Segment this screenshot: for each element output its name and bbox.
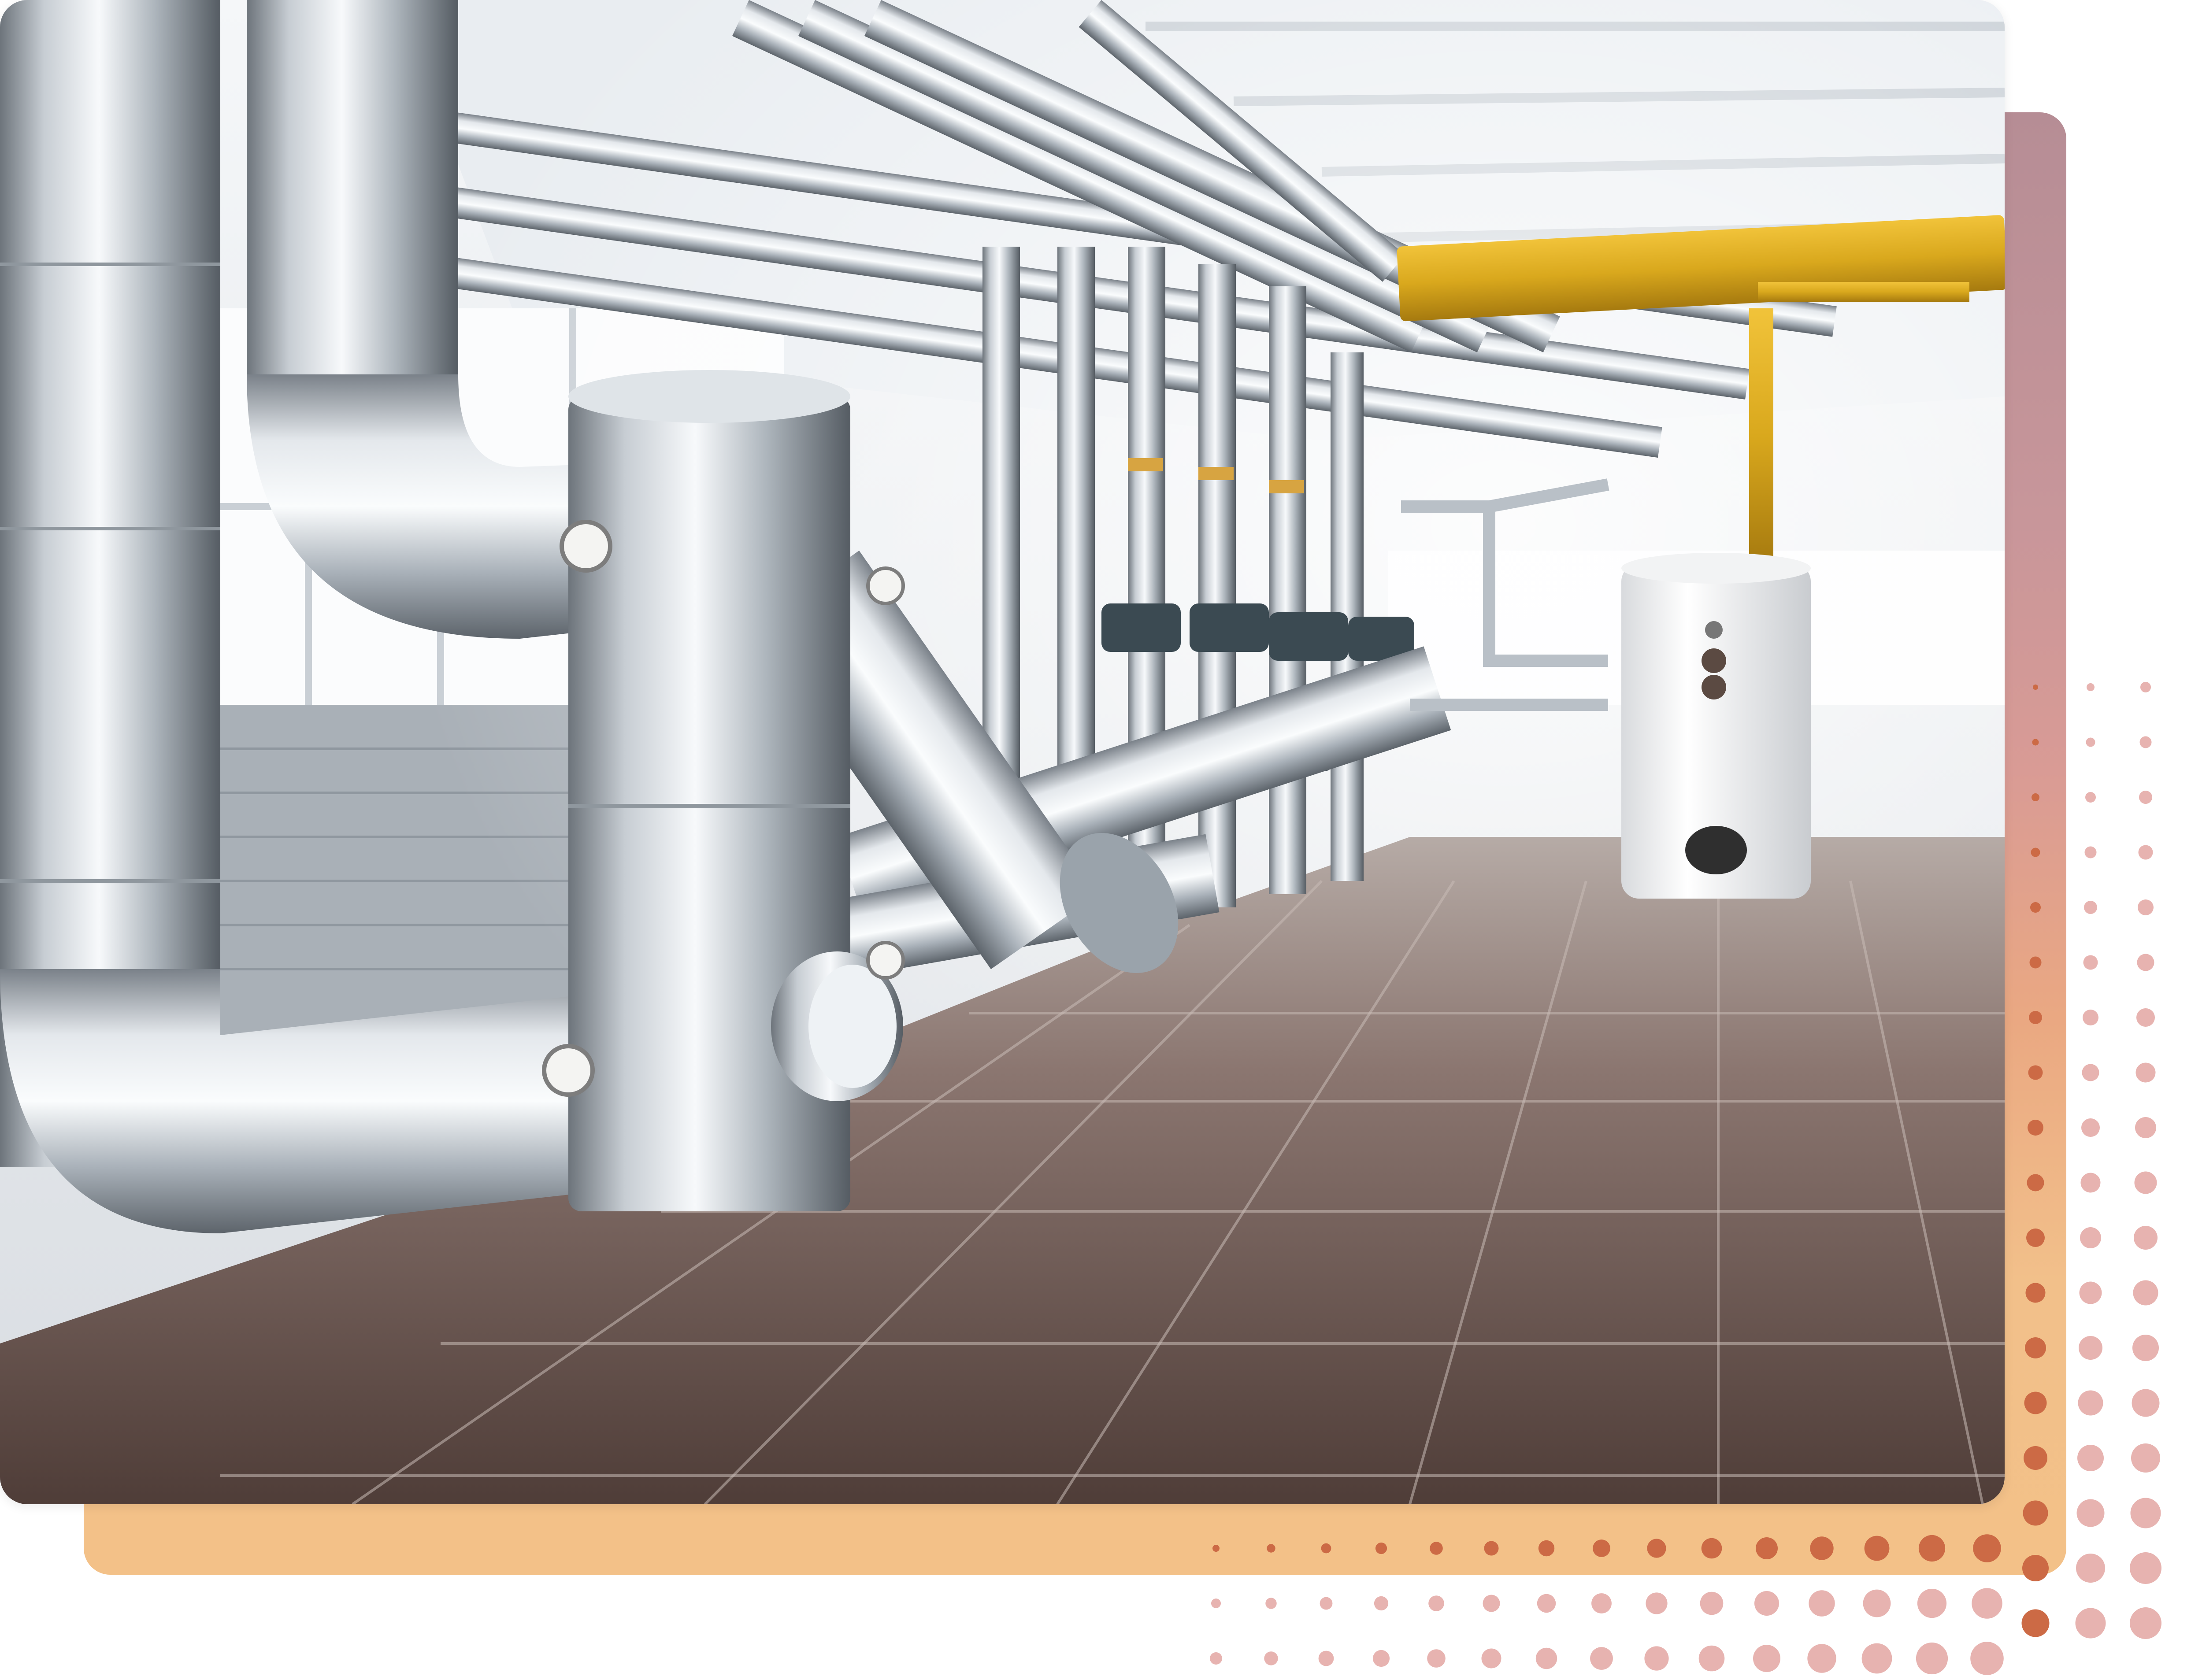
halftone-dot (1644, 1646, 1669, 1671)
halftone-dot (2135, 1062, 2156, 1083)
halftone-dot (2134, 1226, 2158, 1250)
halftone-dot (1372, 1650, 1390, 1667)
halftone-dot (2080, 1173, 2101, 1193)
halftone-dot (2084, 846, 2097, 859)
boiler-room-photo (0, 0, 2005, 1504)
halftone-dot (1807, 1644, 1836, 1673)
halftone-dot (1535, 1647, 1557, 1669)
halftone-dot (1916, 1642, 1948, 1675)
halftone-dot (2136, 1008, 2155, 1027)
halftone-dot (1700, 1591, 1724, 1615)
halftone-dot (1754, 1591, 1779, 1616)
halftone-dot (2138, 899, 2154, 915)
halftone-dot (2083, 1010, 2098, 1025)
halftone-dot (1264, 1651, 1278, 1665)
halftone-dot (1318, 1650, 1334, 1666)
halftone-dot (2138, 845, 2153, 860)
halftone-dot (2079, 1336, 2102, 1360)
halftone-dot (1483, 1595, 1500, 1612)
halftone-dot (1590, 1647, 1613, 1670)
halftone-dot (2087, 683, 2095, 691)
halftone-dot (2076, 1554, 2105, 1583)
halftone-dot (1537, 1594, 1556, 1613)
halftone-dot (1374, 1596, 1389, 1611)
halftone-dot (1809, 1590, 1835, 1617)
halftone-dot (2135, 1117, 2156, 1138)
halftone-dot (2140, 682, 2151, 692)
halftone-dot (2085, 792, 2096, 803)
halftone-dot (2130, 1498, 2161, 1528)
halftone-dot (2086, 737, 2095, 747)
halftone-dot (2079, 1281, 2102, 1304)
halftone-dot (2077, 1445, 2104, 1471)
halftone-dot (2076, 1499, 2105, 1527)
halftone-dot (1591, 1593, 1612, 1613)
halftone-dot (2133, 1280, 2158, 1306)
halftone-dot (2021, 1609, 2050, 1637)
halftone-dot (2130, 1552, 2161, 1584)
halftone-dot (1972, 1588, 2002, 1619)
halftone-dot (1753, 1645, 1780, 1672)
halftone-dot (1265, 1598, 1277, 1609)
halftone-dot (2083, 955, 2098, 970)
halftone-dot (2134, 1171, 2157, 1194)
halftone-dot (2139, 736, 2152, 748)
halftone-dot (1861, 1643, 1892, 1674)
halftone-dot (1917, 1588, 1947, 1618)
halftone-dot (2080, 1227, 2101, 1248)
halftone-dot (2132, 1335, 2159, 1361)
halftone-dot (2139, 791, 2152, 804)
halftone-dot (2137, 954, 2154, 971)
halftone-dot (1646, 1592, 1668, 1614)
halftone-dot (1863, 1589, 1891, 1617)
halftone-dot (1698, 1645, 1725, 1672)
halftone-dot (1481, 1648, 1501, 1669)
halftone-dot (2081, 1118, 2100, 1137)
halftone-dot (1210, 1652, 1222, 1665)
halftone-dot (2131, 1443, 2160, 1473)
halftone-dot (2132, 1389, 2160, 1417)
halftone-dot (1970, 1642, 2004, 1675)
halftone-dot (2084, 901, 2097, 914)
halftone-dot (1320, 1597, 1333, 1610)
halftone-dot (1427, 1649, 1446, 1668)
halftone-dot (2075, 1608, 2106, 1639)
halftone-dot (1428, 1595, 1444, 1611)
halftone-dot (1211, 1599, 1221, 1608)
halftone-dot (2082, 1064, 2099, 1081)
halftone-dot (2078, 1390, 2103, 1416)
halftone-dot (2130, 1607, 2161, 1639)
